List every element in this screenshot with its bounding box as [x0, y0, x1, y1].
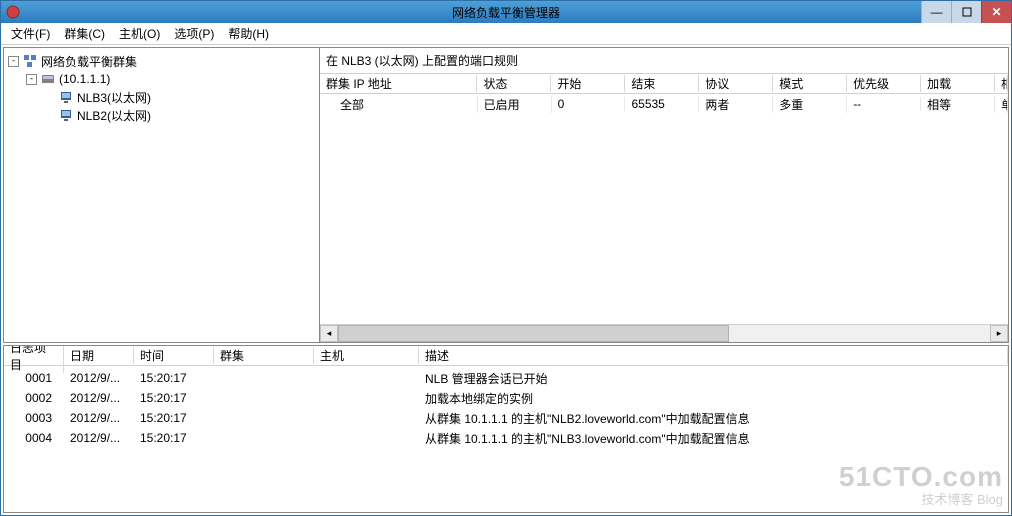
- log-cell-date: 2012/9/...: [64, 391, 134, 405]
- host-icon: [58, 107, 74, 123]
- tree-host-nlb3[interactable]: NLB3(以太网): [6, 88, 317, 106]
- cell-priority: --: [847, 97, 921, 111]
- log-row[interactable]: 00042012/9/...15:20:17 从群集 10.1.1.1 的主机"N…: [4, 428, 1008, 448]
- clusters-icon: [22, 53, 38, 69]
- col-priority[interactable]: 优先级: [847, 75, 921, 92]
- tree-host-label: NLB2(以太网): [77, 107, 151, 124]
- col-mode[interactable]: 模式: [773, 75, 847, 92]
- log-row[interactable]: 00032012/9/...15:20:17 从群集 10.1.1.1 的主机"N…: [4, 408, 1008, 428]
- col-status[interactable]: 状态: [477, 75, 551, 92]
- cell-ip: 全部: [320, 96, 478, 113]
- col-end[interactable]: 结束: [625, 75, 699, 92]
- log-cell-desc: 从群集 10.1.1.1 的主机"NLB3.loveworld.com"中加载配…: [419, 430, 1008, 447]
- log-cell-item: 0001: [4, 371, 64, 385]
- cell-end: 65535: [625, 97, 699, 111]
- menu-help[interactable]: 帮助(H): [222, 23, 275, 44]
- cell-mode: 多重: [773, 96, 847, 113]
- window-title: 网络负载平衡管理器: [1, 4, 1011, 21]
- log-cell-time: 15:20:17: [134, 411, 214, 425]
- col-cluster-ip[interactable]: 群集 IP 地址: [320, 75, 477, 92]
- log-body[interactable]: 00012012/9/...15:20:17NLB 管理器会话已开始000220…: [4, 366, 1008, 512]
- close-button[interactable]: ✕: [981, 1, 1011, 23]
- tree-cluster[interactable]: - (10.1.1.1): [6, 70, 317, 88]
- log-cell-date: 2012/9/...: [64, 371, 134, 385]
- log-cell-item: 0002: [4, 391, 64, 405]
- cluster-icon: [40, 71, 56, 87]
- collapse-icon[interactable]: -: [8, 56, 19, 67]
- workspace: - 网络负载平衡群集 - (10.1.1.1) NLB3(以太网) NLB2(以…: [3, 47, 1009, 343]
- log-cell-time: 15:20:17: [134, 371, 214, 385]
- log-cell-date: 2012/9/...: [64, 431, 134, 445]
- app-icon: [5, 4, 21, 20]
- log-cell-desc: 从群集 10.1.1.1 的主机"NLB2.loveworld.com"中加载配…: [419, 410, 1008, 427]
- port-rules-header[interactable]: 群集 IP 地址 状态 开始 结束 协议 模式 优先级 加载 相关: [320, 74, 1008, 94]
- menu-cluster[interactable]: 群集(C): [58, 23, 111, 44]
- log-col-date[interactable]: 日期: [64, 347, 134, 364]
- tree-root[interactable]: - 网络负载平衡群集: [6, 52, 317, 70]
- port-rule-row[interactable]: 全部 已启用 0 65535 两者 多重 -- 相等 单一: [320, 94, 1008, 114]
- scroll-left-button[interactable]: ◂: [320, 325, 338, 342]
- tree-host-label: NLB3(以太网): [77, 89, 151, 106]
- port-rules-pane: 在 NLB3 (以太网) 上配置的端口规则 群集 IP 地址 状态 开始 结束 …: [320, 48, 1008, 342]
- log-cell-item: 0003: [4, 411, 64, 425]
- tree-host-nlb2[interactable]: NLB2(以太网): [6, 106, 317, 124]
- log-col-cluster[interactable]: 群集: [214, 347, 314, 364]
- port-rules-body[interactable]: 全部 已启用 0 65535 两者 多重 -- 相等 单一: [320, 94, 1008, 324]
- log-cell-desc: 加载本地绑定的实例: [419, 390, 1008, 407]
- log-col-host[interactable]: 主机: [314, 347, 419, 364]
- tree-root-label: 网络负载平衡群集: [41, 53, 137, 70]
- menu-host[interactable]: 主机(O): [113, 23, 166, 44]
- menu-file[interactable]: 文件(F): [5, 23, 56, 44]
- col-load[interactable]: 加载: [921, 75, 995, 92]
- scroll-right-button[interactable]: ▸: [990, 325, 1008, 342]
- cell-protocol: 两者: [699, 96, 773, 113]
- host-icon: [58, 89, 74, 105]
- maximize-button[interactable]: [951, 1, 981, 23]
- horizontal-scrollbar[interactable]: ◂ ▸: [320, 324, 1008, 342]
- port-rules-caption: 在 NLB3 (以太网) 上配置的端口规则: [320, 48, 1008, 74]
- tree-cluster-label: (10.1.1.1): [59, 72, 110, 86]
- col-affinity[interactable]: 相关: [995, 75, 1008, 92]
- log-row[interactable]: 00012012/9/...15:20:17 NLB 管理器会话已开始: [4, 368, 1008, 388]
- cell-load: 相等: [921, 96, 995, 113]
- menubar: 文件(F) 群集(C) 主机(O) 选项(P) 帮助(H): [1, 23, 1011, 45]
- log-cell-time: 15:20:17: [134, 391, 214, 405]
- log-cell-desc: NLB 管理器会话已开始: [419, 370, 1008, 387]
- log-col-time[interactable]: 时间: [134, 347, 214, 364]
- log-cell-date: 2012/9/...: [64, 411, 134, 425]
- menu-options[interactable]: 选项(P): [168, 23, 220, 44]
- log-header[interactable]: 日志项目 日期 时间 群集 主机 描述: [4, 346, 1008, 366]
- col-start[interactable]: 开始: [551, 75, 625, 92]
- cell-affinity: 单一: [995, 96, 1008, 113]
- scroll-track[interactable]: [338, 325, 990, 342]
- log-col-desc[interactable]: 描述: [419, 347, 1008, 364]
- cell-start: 0: [552, 97, 626, 111]
- log-cell-item: 0004: [4, 431, 64, 445]
- tree-pane[interactable]: - 网络负载平衡群集 - (10.1.1.1) NLB3(以太网) NLB2(以…: [4, 48, 320, 342]
- scroll-thumb[interactable]: [338, 325, 729, 342]
- log-pane: 日志项目 日期 时间 群集 主机 描述 00012012/9/...15:20:…: [3, 345, 1009, 513]
- minimize-button[interactable]: —: [921, 1, 951, 23]
- cell-status: 已启用: [478, 96, 552, 113]
- titlebar: 网络负载平衡管理器 — ✕: [1, 1, 1011, 23]
- collapse-icon[interactable]: -: [26, 74, 37, 85]
- log-row[interactable]: 00022012/9/...15:20:17 加载本地绑定的实例: [4, 388, 1008, 408]
- col-protocol[interactable]: 协议: [699, 75, 773, 92]
- log-cell-time: 15:20:17: [134, 431, 214, 445]
